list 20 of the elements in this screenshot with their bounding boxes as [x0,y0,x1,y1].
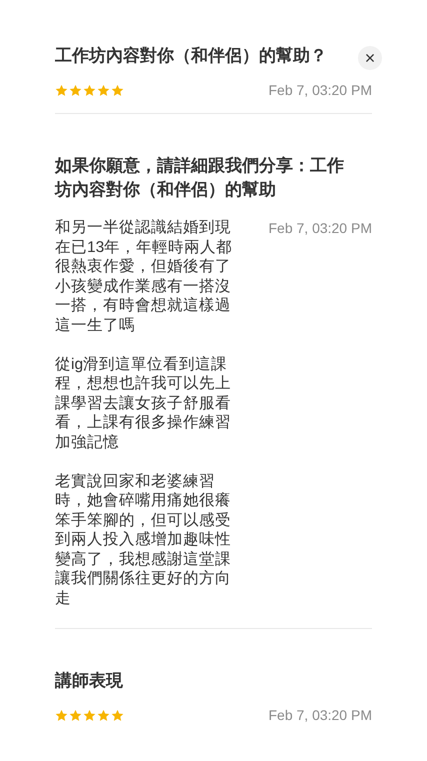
question-title: 講師表現 [55,670,123,692]
star-icon [69,84,82,97]
question-title: 如果你願意，請詳細跟我們分享：工作坊內容對你（和伴侶）的幫助 [55,155,345,201]
star-icon [111,708,124,722]
star-icon [97,708,110,722]
date-text: Feb 7, 03:20 PM [268,81,372,100]
question-title: 工作坊內容對你（和伴侶）的幫助？ [55,45,327,67]
answer-paragraph: 從ig滑到這單位看到這課程，想想也許我可以先上課學習去讓女孩子舒服看看，上課有很多操作練習加強記憶 [55,354,232,452]
answer-paragraph: 和另一半從認識結婚到現在已13年，年輕時兩人都很熱衷作愛，但婚後有了小孩變成作業感有一搭沒一搭，有時會想就這樣過這一生了嗎 [55,218,234,335]
date-text: Feb 7, 03:20 PM [268,706,372,724]
star-icon [111,84,124,97]
close-button[interactable]: × [358,46,382,70]
star-icon [83,708,96,722]
star-icon [55,84,68,97]
answer-paragraph: 老實說回家和老婆練習時，她會碎嘴用痛她很癢笨手笨腳的，但可以感受到兩人投入感增加趣味性變高了，我想感謝這堂課讓我們關係往更好的方向走 [55,472,232,608]
star-icon [97,84,110,97]
date-text: Feb 7, 03:20 PM [268,219,372,238]
star-icon [55,708,68,722]
star-icon [69,708,82,722]
star-icon [83,84,96,97]
